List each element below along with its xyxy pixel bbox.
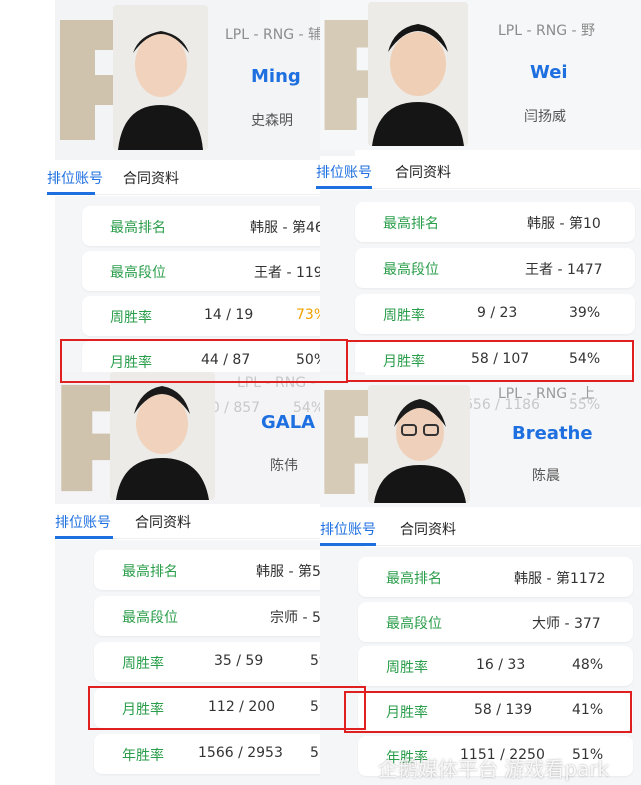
- stat-value: 大师 - 377: [532, 616, 601, 632]
- player-header: LPL - RNG - 下 470 / 857 54% GALA 陈伟: [55, 372, 365, 504]
- stat-percent: 39%: [569, 305, 601, 321]
- player-real-name: 闫扬威: [524, 109, 566, 125]
- stat-label: 最高排名: [110, 220, 166, 236]
- stat-value: 1566 / 2953: [198, 745, 283, 761]
- player-league: LPL - RNG - 野: [498, 23, 595, 39]
- stat-row: 最高段位 王者 - 1193: [82, 251, 352, 291]
- stat-row: 周胜率 35 / 59 59%: [94, 642, 358, 682]
- stat-label: 最高段位: [386, 616, 442, 632]
- highlight-box-ming-monthly: [60, 339, 348, 383]
- tab-ranked-accounts[interactable]: 排位账号: [47, 168, 103, 188]
- ghost-yearly-record: 656 / 1186: [464, 397, 540, 413]
- tab-contract-info[interactable]: 合同资料: [123, 168, 179, 188]
- player-card-ming: LPL - RNG - 辅 Ming 史森明 排位账号 合同资料 最高排名 韩服…: [47, 0, 355, 396]
- stat-value: 35 / 59: [214, 653, 264, 669]
- tab-contract-info[interactable]: 合同资料: [400, 519, 456, 539]
- player-header: LPL - RNG - 上 656 / 1186 55% Breathe 陈晨: [320, 375, 641, 507]
- tab-contract-info[interactable]: 合同资料: [135, 512, 191, 532]
- stat-row: 最高段位 大师 - 377: [358, 602, 633, 642]
- player-ign: Ming: [251, 66, 301, 87]
- stat-label: 周胜率: [110, 310, 152, 326]
- player-header: LPL - RNG - 野 Wei 闫扬威: [320, 0, 641, 150]
- stat-row: 最高段位 宗师 - 597: [94, 596, 358, 636]
- stat-row: 最高排名 韩服 - 第1172: [358, 557, 633, 597]
- stat-row: 周胜率 16 / 33 48%: [358, 646, 633, 686]
- stat-value: 韩服 - 第1172: [514, 571, 606, 587]
- stat-row: 最高段位 王者 - 1477: [355, 248, 635, 288]
- player-photo: [368, 2, 468, 146]
- watermark: 企鹅媒体平台 游戏看park: [378, 757, 610, 781]
- player-photo: [368, 385, 470, 503]
- player-header: LPL - RNG - 辅 Ming 史森明: [55, 0, 355, 160]
- stat-value: 14 / 19: [204, 307, 254, 323]
- stat-value: 16 / 33: [476, 657, 526, 673]
- stat-row: 最高排名 韩服 - 第10: [355, 202, 635, 242]
- player-real-name: 陈晨: [532, 468, 560, 484]
- player-real-name: 陈伟: [270, 458, 298, 474]
- player-ign: GALA: [261, 412, 316, 433]
- player-card-wei: LPL - RNG - 野 Wei 闫扬威 排位账号 合同资料 最高排名 韩服 …: [316, 0, 641, 385]
- tab-underline: [47, 192, 95, 195]
- tab-bar: 排位账号 合同资料: [320, 513, 641, 546]
- stat-label: 周胜率: [383, 308, 425, 324]
- tab-underline: [55, 536, 113, 539]
- stat-label: 最高段位: [383, 262, 439, 278]
- tab-ranked-accounts[interactable]: 排位账号: [55, 512, 111, 532]
- tab-underline: [320, 543, 376, 546]
- stat-value: 9 / 23: [477, 305, 518, 321]
- stat-label: 周胜率: [386, 660, 428, 676]
- player-ign: Breathe: [512, 423, 593, 444]
- stat-label: 最高排名: [122, 564, 178, 580]
- tab-underline: [316, 186, 372, 189]
- player-real-name: 史森明: [251, 113, 293, 129]
- stat-label: 最高段位: [122, 610, 178, 626]
- stat-row: 最高排名 韩服 - 第562: [94, 550, 358, 590]
- highlight-box-gala-monthly: [88, 686, 366, 730]
- stat-label: 最高排名: [383, 216, 439, 232]
- stat-label: 最高排名: [386, 571, 442, 587]
- stat-label: 最高段位: [110, 265, 166, 281]
- stat-label: 周胜率: [122, 656, 164, 672]
- stat-value: 韩服 - 第10: [527, 216, 601, 232]
- stat-row: 周胜率 9 / 23 39%: [355, 294, 635, 334]
- player-photo: [110, 372, 215, 500]
- highlight-box-breathe-monthly: [344, 691, 632, 733]
- player-ign: Wei: [530, 62, 568, 83]
- highlight-box-wei-monthly: [346, 340, 634, 382]
- stat-value: 韩服 - 第46: [250, 220, 324, 236]
- tab-bar: 排位账号 合同资料: [316, 156, 641, 189]
- stat-row: 年胜率 1566 / 2953 53%: [94, 734, 358, 774]
- ghost-yearly-percent: 55%: [569, 397, 601, 413]
- tab-ranked-accounts[interactable]: 排位账号: [316, 162, 372, 182]
- stat-row: 最高排名 韩服 - 第46: [82, 206, 352, 246]
- stat-label: 年胜率: [122, 748, 164, 764]
- tab-ranked-accounts[interactable]: 排位账号: [320, 519, 376, 539]
- stat-percent: 48%: [572, 657, 604, 673]
- tab-bar: 排位账号 合同资料: [55, 506, 365, 539]
- tab-contract-info[interactable]: 合同资料: [395, 162, 451, 182]
- tab-bar: 排位账号 合同资料: [47, 162, 355, 195]
- stat-row: 周胜率 14 / 19 73%: [82, 296, 352, 336]
- player-photo: [113, 5, 208, 150]
- player-league: LPL - RNG - 辅: [225, 27, 322, 43]
- stat-value: 王者 - 1477: [525, 262, 603, 278]
